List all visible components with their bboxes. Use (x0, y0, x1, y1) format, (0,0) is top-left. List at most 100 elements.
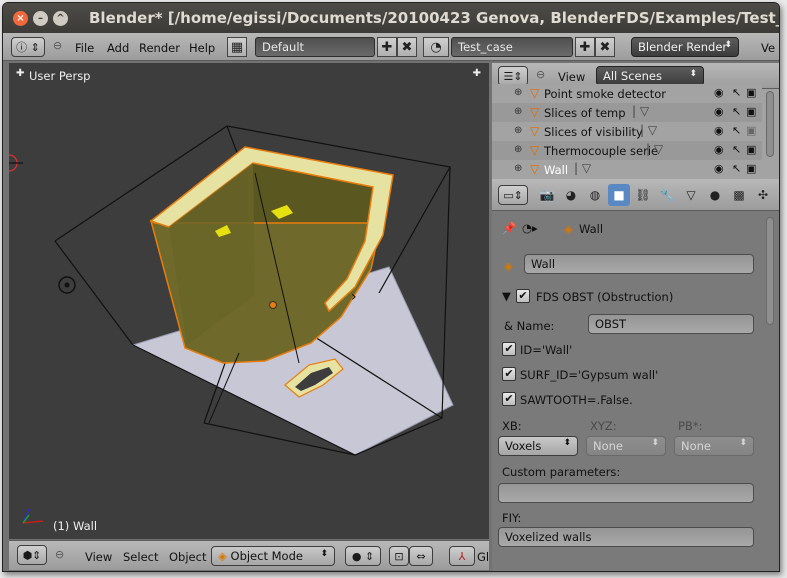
cursor-icon[interactable]: ↖ (732, 86, 741, 99)
menu-help[interactable]: Help (189, 41, 215, 55)
outliner-scrollbar[interactable] (766, 91, 774, 157)
object-tab-icon[interactable]: ■ (608, 184, 630, 206)
menu-render[interactable]: Render (139, 41, 180, 55)
remove-scene-button[interactable]: ✖ (595, 37, 615, 57)
collapse-menu-icon[interactable]: ⊖ (53, 39, 62, 52)
eye-icon[interactable]: ◉ (714, 86, 724, 99)
outliner-view-menu[interactable]: View (558, 70, 585, 84)
texture-tab-icon[interactable]: ▩ (728, 184, 750, 206)
sawtooth-checkbox[interactable]: ✔ (502, 392, 516, 406)
cursor-icon[interactable]: ↖ (732, 124, 741, 137)
shading-dropdown[interactable]: ● ⇕ (345, 546, 381, 566)
eye-icon[interactable]: ◉ (714, 143, 724, 156)
scene-tab-icon[interactable]: ◕ (560, 184, 582, 206)
mesh-icon: | ▽ (640, 123, 658, 137)
camera-target-icon (9, 154, 23, 172)
fyi-label: FIY: (502, 511, 522, 525)
close-window-button[interactable]: × (13, 11, 28, 26)
remove-screen-button[interactable]: ✖ (397, 37, 417, 57)
particles-tab-icon[interactable]: ✣ (752, 184, 774, 206)
panel-enable-checkbox[interactable]: ✔ (516, 289, 530, 303)
render-tab-icon[interactable]: 📷 (536, 184, 558, 206)
outliner-row[interactable]: ⊕ ▽ Slices of temp | ▽ ◉ ↖ ▣ (492, 103, 762, 122)
custom-params-field[interactable] (498, 483, 754, 503)
maximize-window-button[interactable]: ^ (53, 11, 68, 26)
material-tab-icon[interactable]: ● (704, 184, 726, 206)
eye-icon[interactable]: ◉ (714, 105, 724, 118)
menu-object[interactable]: Object (169, 550, 206, 564)
surf-id-label: SURF_ID='Gypsum wall' (520, 368, 659, 382)
add-scene-button[interactable]: ✚ (575, 37, 595, 57)
window-title: Blender* [/home/egissi/Documents/2010042… (89, 9, 779, 27)
camera-icon[interactable]: ▣ (746, 162, 756, 175)
outliner-row[interactable]: ⊕ ▽ Thermocouple serie | ▽ ◉ ↖ ▣ (492, 141, 762, 160)
layers-toggle[interactable]: ⇔ (409, 546, 433, 566)
menu-add[interactable]: Add (107, 41, 129, 55)
menu-file[interactable]: File (75, 41, 94, 55)
pivot-button[interactable]: ⊡ (389, 546, 409, 566)
fyi-field[interactable]: Voxelized walls (498, 527, 754, 547)
camera-icon[interactable]: ▣ (746, 143, 756, 156)
eye-icon[interactable]: ◉ (714, 124, 724, 137)
object-cube-icon: ◈ (504, 259, 513, 273)
cursor-icon[interactable]: ↖ (732, 143, 741, 156)
active-object-label: (1) Wall (53, 519, 98, 533)
scene-icon[interactable]: ◔ (423, 37, 449, 57)
panel-collapse-icon[interactable]: ▼ (502, 289, 511, 303)
mesh-icon: | ▽ (646, 142, 664, 156)
editor-type-button[interactable]: ⬢⇕ (17, 545, 47, 565)
minimize-window-button[interactable]: – (33, 11, 48, 26)
screen-name-field[interactable]: Default (255, 37, 375, 57)
menu-view[interactable]: View (85, 550, 112, 564)
xb-dropdown[interactable]: Voxels ⬍ (498, 436, 578, 456)
3d-viewport[interactable]: ✚ User Persp ✚ › (1) Wall (9, 63, 489, 539)
modifiers-tab-icon[interactable]: 🔧 (656, 184, 678, 206)
viewport-header: ⬢⇕ ⊖ View Select Object ◈ Object Mode ⬍ … (9, 540, 489, 570)
obst-name-field[interactable]: OBST (588, 314, 754, 334)
global-label: Gl (477, 550, 490, 564)
object-triangle-icon: ▽ (530, 86, 540, 100)
expand-icon[interactable]: ⊕ (514, 87, 522, 98)
camera-icon[interactable]: ▣ (746, 86, 756, 99)
scene-render: › (9, 125, 454, 524)
expand-icon[interactable]: ⊕ (514, 163, 522, 174)
cursor-icon[interactable]: ↖ (732, 162, 741, 175)
eye-icon[interactable]: ◉ (714, 162, 724, 175)
data-tab-icon[interactable]: ▽ (680, 184, 702, 206)
world-tab-icon[interactable]: ◍ (584, 184, 606, 206)
editor-type-button[interactable]: ☰⇕ (498, 66, 528, 86)
id-checkbox[interactable]: ✔ (502, 342, 516, 356)
object-name-field[interactable]: Wall (524, 254, 754, 274)
camera-icon[interactable]: ▣ (746, 105, 756, 118)
pb-dropdown[interactable]: None ⬍ (674, 436, 754, 456)
outliner-row-selected[interactable]: ⊕ ▽ Wall | ▽ ◉ ↖ ▣ (492, 160, 762, 179)
cursor-icon[interactable]: ↖ (732, 105, 741, 118)
add-screen-button[interactable]: ✚ (377, 37, 397, 57)
expand-icon[interactable]: ⊕ (514, 144, 522, 155)
collapse-menu-icon[interactable]: ⊖ (55, 548, 64, 561)
pin-icon[interactable]: 📌 (502, 221, 516, 235)
screen-layout-icon[interactable]: ▦ (227, 37, 247, 57)
editor-type-button[interactable]: ▭⇕ (498, 185, 528, 205)
properties-scrollbar[interactable] (766, 217, 774, 325)
expand-icon[interactable]: ⊕ (514, 106, 522, 117)
mode-dropdown[interactable]: ◈ Object Mode ⬍ (211, 546, 335, 566)
outliner-filter-dropdown[interactable]: All Scenes ⬍ (596, 66, 704, 86)
collapse-menu-icon[interactable]: ⊖ (536, 68, 545, 81)
camera-icon[interactable]: ▣ (746, 124, 756, 137)
outliner-row[interactable]: ⊕ ▽ Point smoke detector ◉ ↖ ▣ (492, 84, 762, 103)
xyz-dropdown[interactable]: None ⬍ (586, 436, 666, 456)
render-engine-dropdown[interactable]: Blender Render ⬍ (631, 37, 739, 57)
manipulator-button[interactable]: ⅄ (449, 546, 475, 566)
surf-id-checkbox[interactable]: ✔ (502, 367, 516, 381)
outliner-row[interactable]: ⊕ ▽ Slices of visibility | ▽ ◉ ↖ ▣ (492, 122, 762, 141)
expand-icon[interactable]: ⊕ (514, 125, 522, 136)
menu-select[interactable]: Select (123, 550, 158, 564)
blender-window: × – ^ Blender* [/home/egissi/Documents/2… (2, 2, 780, 572)
outliner-row-label: Point smoke detector (544, 87, 666, 101)
scene-breadcrumb-icon: ◔▸ (522, 221, 538, 235)
editor-type-button[interactable]: ⓘ ⇕ (11, 37, 45, 57)
constraints-tab-icon[interactable]: ⛓ (632, 184, 654, 206)
pb-label: PB*: (678, 419, 703, 433)
scene-name-field[interactable]: Test_case (451, 37, 573, 57)
